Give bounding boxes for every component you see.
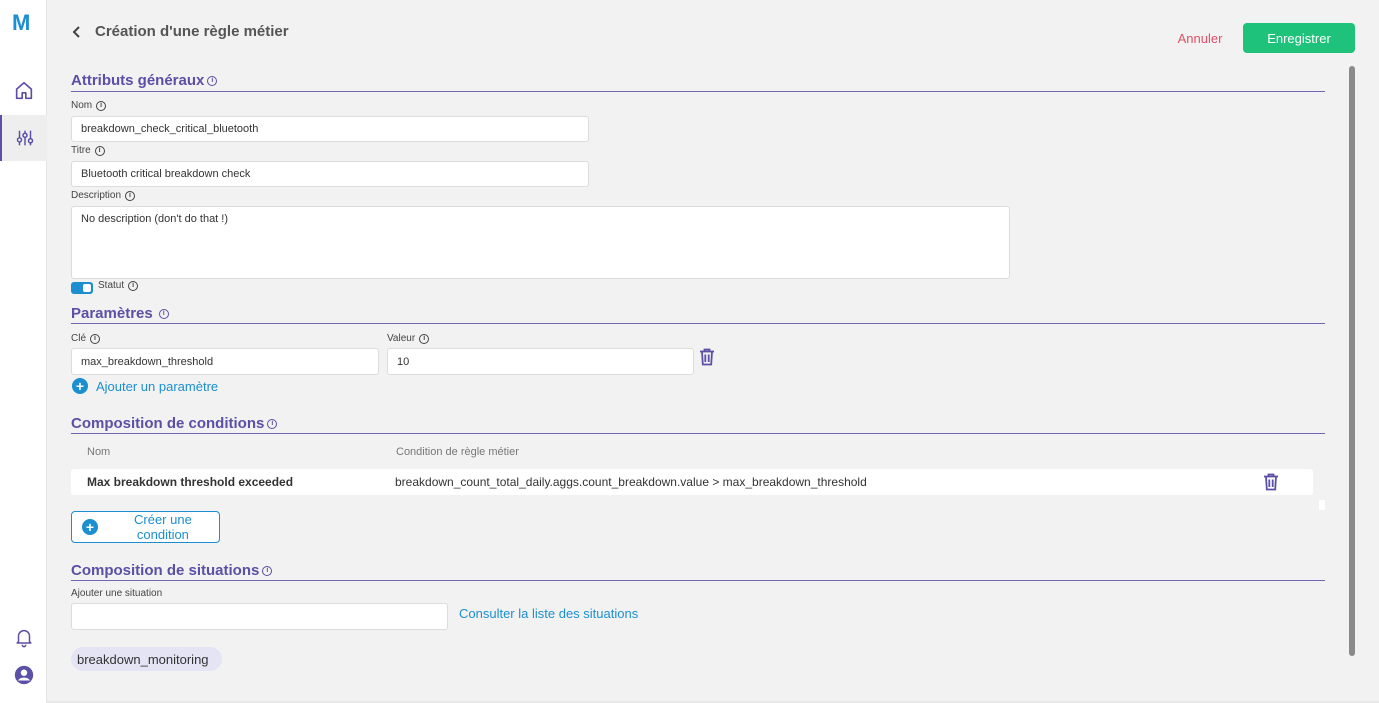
plus-circle-icon: + <box>82 519 98 535</box>
value-label: Valeur i <box>387 333 430 344</box>
info-icon[interactable]: i <box>267 418 278 429</box>
condition-expression: breakdown_count_total_daily.aggs.count_b… <box>395 475 867 489</box>
home-icon <box>15 81 32 100</box>
add-parameter-label: Ajouter un paramètre <box>96 378 219 394</box>
situations-section-title-text: Composition de situations <box>71 562 260 579</box>
key-label-text: Clé <box>71 333 87 344</box>
situation-chip[interactable]: breakdown_monitoring <box>71 647 222 671</box>
title-label-text: Titre <box>71 145 91 156</box>
section-divider <box>71 91 1325 92</box>
conditions-section-title: Composition de conditions i <box>71 415 278 432</box>
section-divider <box>71 323 1325 324</box>
sidebar: M <box>0 0 47 703</box>
save-button[interactable]: Enregistrer <box>1243 23 1355 53</box>
general-section-title-text: Attributs généraux <box>71 72 205 89</box>
info-icon[interactable]: i <box>419 333 430 344</box>
column-header-condition: Condition de règle métier <box>396 446 519 458</box>
name-input[interactable] <box>71 116 589 142</box>
column-header-name: Nom <box>87 446 111 458</box>
home-nav-button[interactable] <box>0 68 47 114</box>
value-label-text: Valeur <box>387 333 416 344</box>
section-divider <box>71 433 1325 434</box>
cancel-button[interactable]: Annuler <box>1170 28 1230 48</box>
description-label-text: Description <box>71 190 122 201</box>
create-condition-label: Créer une condition <box>134 512 192 542</box>
title-label: Titre i <box>71 145 105 156</box>
situations-section-title: Composition de situations i <box>71 562 273 579</box>
key-label: Clé i <box>71 333 101 344</box>
create-condition-button[interactable]: + Créer une condition <box>71 511 220 543</box>
consult-situations-link[interactable]: Consulter la liste des situations <box>459 606 638 621</box>
page-title: Création d'une règle métier <box>95 23 289 40</box>
table-row[interactable]: Max breakdown threshold exceeded breakdo… <box>71 469 1313 495</box>
status-toggle[interactable] <box>71 282 93 294</box>
delete-condition-button[interactable] <box>1263 473 1279 491</box>
description-label: Description i <box>71 190 136 201</box>
trash-icon <box>1264 473 1278 491</box>
general-section-title: Attributs généraux i <box>71 72 218 89</box>
app-logo: M <box>12 10 30 35</box>
add-situation-input[interactable] <box>71 603 448 630</box>
parameters-section-title: Paramètres i <box>71 305 169 322</box>
parameters-section-title-text: Paramètres <box>71 305 153 322</box>
info-icon[interactable]: i <box>262 565 273 576</box>
conditions-section-title-text: Composition de conditions <box>71 415 265 432</box>
page-scrollbar[interactable] <box>1349 66 1355 656</box>
info-icon[interactable]: i <box>90 333 101 344</box>
add-situation-label: Ajouter une situation <box>71 588 163 599</box>
user-avatar-icon <box>14 665 33 685</box>
info-icon[interactable]: i <box>96 100 107 111</box>
add-parameter-button[interactable]: + Ajouter un paramètre <box>72 378 218 394</box>
toggle-knob <box>83 284 91 292</box>
title-input[interactable] <box>71 161 589 187</box>
status-label: Statut i <box>98 280 139 291</box>
info-icon[interactable]: i <box>158 308 169 319</box>
plus-circle-icon: + <box>72 378 88 394</box>
sliders-icon <box>16 130 33 146</box>
condition-name: Max breakdown threshold exceeded <box>87 475 294 489</box>
back-button[interactable] <box>69 24 85 40</box>
section-divider <box>71 580 1325 581</box>
name-label-text: Nom <box>71 100 93 111</box>
conditions-scrollbar[interactable] <box>1319 500 1325 510</box>
name-label: Nom i <box>71 100 107 111</box>
info-icon[interactable]: i <box>94 145 105 156</box>
info-icon[interactable]: i <box>207 75 218 86</box>
info-icon[interactable]: i <box>125 190 136 201</box>
chevron-left-icon <box>72 26 80 38</box>
bell-icon <box>15 629 32 648</box>
parameter-key-input[interactable] <box>71 348 379 375</box>
user-account-button[interactable] <box>0 652 47 698</box>
parameter-value-input[interactable] <box>387 348 694 375</box>
info-icon[interactable]: i <box>128 280 139 291</box>
status-label-text: Statut <box>98 280 125 291</box>
rules-nav-button[interactable] <box>0 115 47 161</box>
delete-parameter-button[interactable] <box>699 348 715 366</box>
trash-icon <box>700 348 714 366</box>
description-textarea[interactable]: No description (don't do that !) <box>71 206 1010 279</box>
